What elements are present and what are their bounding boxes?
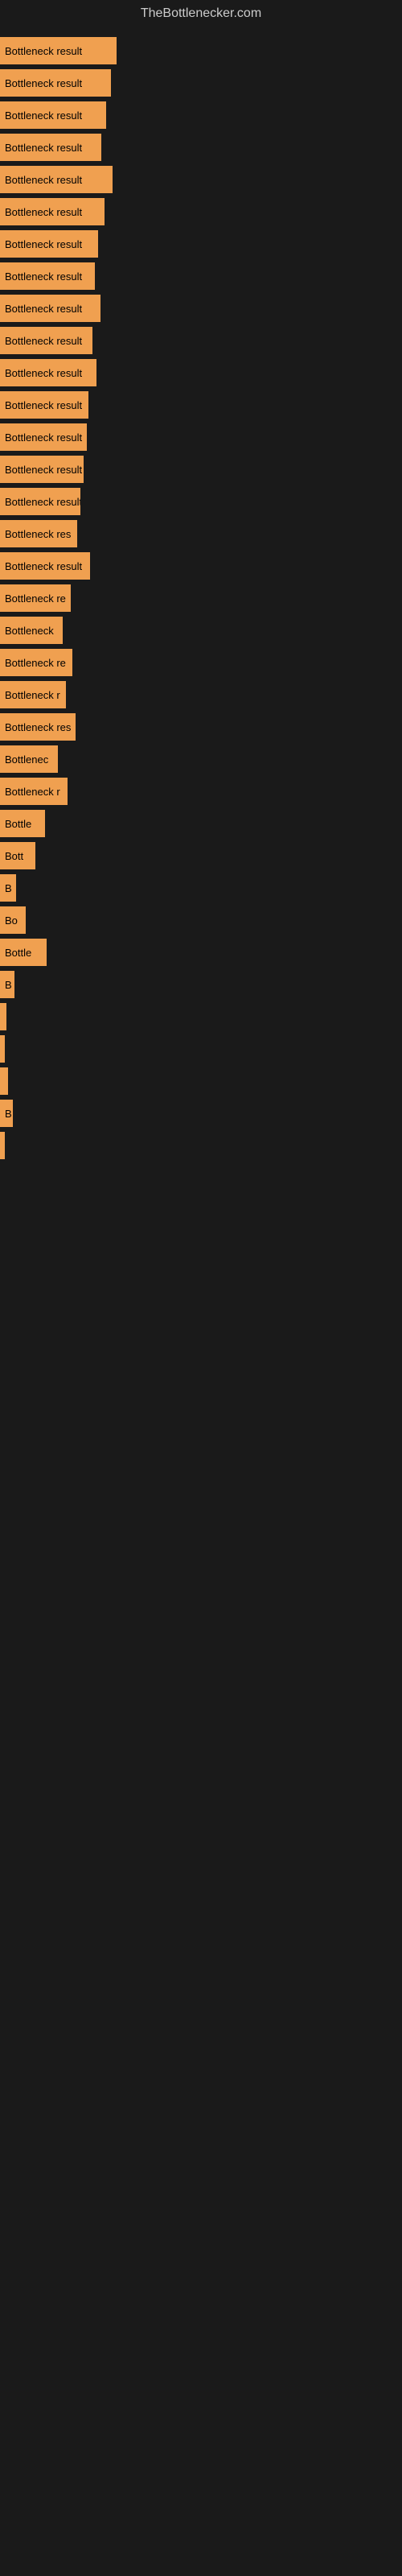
bottleneck-bar [0,1003,6,1030]
bar-row: Bottleneck result [0,196,402,227]
bar-row: Bottleneck result [0,35,402,66]
bottleneck-bar: Bottleneck res [0,520,77,547]
bottleneck-bar: Bottleneck result [0,488,80,515]
bottleneck-bar: Bottleneck res [0,713,76,741]
bar-row [0,1001,402,1032]
bottleneck-bar: Bottleneck result [0,262,95,290]
bar-row: Bottlenec [0,744,402,774]
bottleneck-bar: Bottleneck result [0,359,96,386]
bar-row: Bottle [0,937,402,968]
bar-row: Bottle [0,808,402,839]
bar-row: Bottleneck result [0,422,402,452]
bottleneck-bar: B [0,1100,13,1127]
bottleneck-bar: Bottleneck re [0,649,72,676]
bar-row: Bottleneck result [0,454,402,485]
bottleneck-bar: Bottleneck result [0,37,117,64]
bottleneck-bar: Bottleneck result [0,166,113,193]
site-title: TheBottlenecker.com [0,0,402,27]
bottleneck-bar: Bottleneck result [0,69,111,97]
bottleneck-bar: Bottleneck r [0,778,68,805]
bottleneck-bar: Bottleneck result [0,230,98,258]
bar-row: Bottleneck r [0,776,402,807]
bar-row: Bottleneck result [0,357,402,388]
bottleneck-bar: B [0,971,14,998]
bars-container: Bottleneck result Bottleneck result Bottle… [0,27,402,1170]
bar-row: Bo [0,905,402,935]
bottleneck-bar: Bottleneck result [0,456,84,483]
bar-row: Bottleneck result [0,229,402,259]
bottleneck-bar: Bottleneck re [0,584,71,612]
bar-row: Bottleneck [0,615,402,646]
bar-row: B [0,969,402,1000]
bar-row: Bottleneck re [0,583,402,613]
bar-row: Bottleneck result [0,132,402,163]
bottleneck-bar: Bottleneck result [0,391,88,419]
bottleneck-bar: Bottleneck result [0,101,106,129]
bar-row: Bott [0,840,402,871]
bar-row: B [0,1098,402,1129]
bar-row: Bottleneck res [0,712,402,742]
bottleneck-bar [0,1035,5,1063]
bottleneck-bar: Bottleneck result [0,198,105,225]
bottleneck-bar: Bo [0,906,26,934]
bar-row: B [0,873,402,903]
bar-row: Bottleneck re [0,647,402,678]
bottleneck-bar: Bottleneck result [0,423,87,451]
bottleneck-bar: Bottleneck result [0,134,101,161]
bar-row [0,1034,402,1064]
bar-row: Bottleneck result [0,100,402,130]
bottleneck-bar: Bottleneck r [0,681,66,708]
bar-row: Bottleneck result [0,486,402,517]
bottleneck-bar [0,1132,5,1159]
bar-row: Bottleneck result [0,68,402,98]
bottleneck-bar: Bottleneck result [0,552,90,580]
bar-row: Bottleneck result [0,325,402,356]
bar-row: Bottleneck result [0,261,402,291]
bottleneck-bar: Bottleneck [0,617,63,644]
bar-row: Bottleneck result [0,551,402,581]
bottleneck-bar: Bott [0,842,35,869]
bottleneck-bar: Bottle [0,810,45,837]
bottleneck-bar: Bottle [0,939,47,966]
bottleneck-bar: Bottleneck result [0,327,92,354]
bar-row [0,1066,402,1096]
bottleneck-bar: Bottlenec [0,745,58,773]
bar-row: Bottleneck result [0,390,402,420]
bar-row: Bottleneck r [0,679,402,710]
bar-row: Bottleneck res [0,518,402,549]
bottleneck-bar [0,1067,8,1095]
bar-row: Bottleneck result [0,293,402,324]
bar-row: Bottleneck result [0,164,402,195]
bottleneck-bar: Bottleneck result [0,295,100,322]
bottleneck-bar: B [0,874,16,902]
bar-row [0,1130,402,1161]
